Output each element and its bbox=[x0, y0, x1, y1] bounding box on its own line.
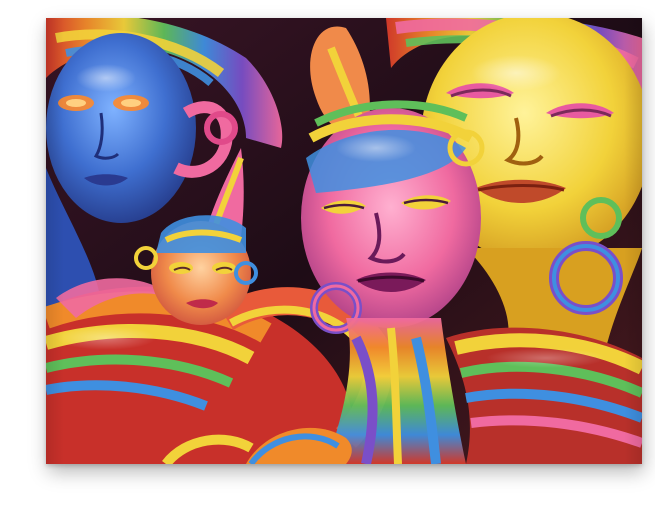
canvas-print bbox=[46, 18, 642, 464]
product-photo bbox=[0, 0, 655, 507]
artwork bbox=[46, 18, 642, 464]
right-swirls bbox=[446, 327, 642, 464]
